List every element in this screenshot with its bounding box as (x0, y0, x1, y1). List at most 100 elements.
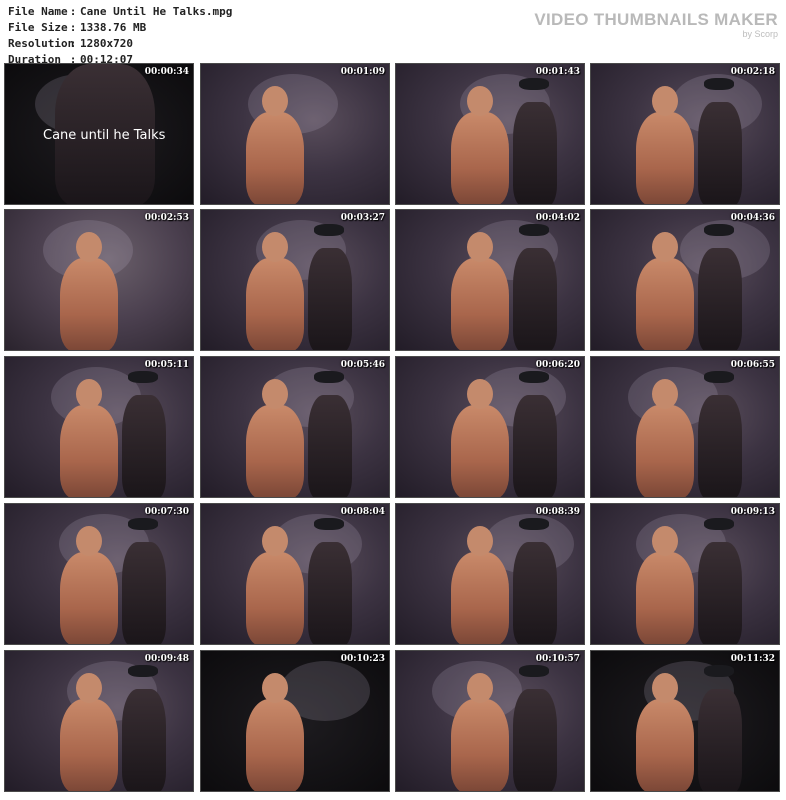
cap-icon (314, 518, 344, 530)
figure-head (652, 232, 678, 262)
figure-head (262, 673, 288, 703)
video-thumbnail: 00:03:27 (200, 209, 390, 351)
timestamp: 00:05:11 (144, 360, 189, 370)
figure-man (246, 112, 304, 204)
figure-man (60, 699, 118, 791)
figure-man (636, 552, 694, 644)
timestamp: 00:08:39 (535, 507, 580, 517)
timestamp: 00:04:36 (730, 213, 775, 223)
figure-head (262, 379, 288, 409)
figure-head (652, 86, 678, 116)
figure-head (262, 526, 288, 556)
cap-icon (314, 224, 344, 236)
figure-head (652, 526, 678, 556)
video-thumbnail: 00:08:39 (395, 503, 585, 645)
cap-icon (519, 224, 549, 236)
timestamp: 00:07:30 (144, 507, 189, 517)
video-thumbnail: 00:02:53 (4, 209, 194, 351)
cap-icon (519, 518, 549, 530)
figure-woman (698, 102, 742, 204)
brand-title: VIDEO THUMBNAILS MAKER (534, 10, 778, 29)
timestamp: 00:11:32 (730, 654, 775, 664)
figure-head (467, 379, 493, 409)
figure-man (636, 699, 694, 791)
timestamp: 00:09:13 (730, 507, 775, 517)
figure-woman (513, 248, 557, 350)
timestamp: 00:01:09 (340, 67, 385, 77)
figure-head (262, 232, 288, 262)
file-name-row: File Name : Cane Until He Talks.mpg (8, 4, 232, 20)
figure-woman (308, 542, 352, 644)
figure-head (76, 526, 102, 556)
file-name-label: File Name (8, 5, 68, 18)
figure-man (451, 552, 509, 644)
figure-man (636, 112, 694, 204)
resolution-value: 1280x720 (80, 37, 133, 50)
figure-man (60, 258, 118, 350)
timestamp: 00:00:34 (144, 67, 189, 77)
figure-head (76, 673, 102, 703)
figure-man (60, 552, 118, 644)
figure-man (60, 405, 118, 497)
figure-man (451, 112, 509, 204)
figure-man (246, 552, 304, 644)
video-thumbnail: 00:04:02 (395, 209, 585, 351)
video-thumbnail: 00:04:36 (590, 209, 780, 351)
figure-man (636, 258, 694, 350)
timestamp: 00:03:27 (340, 213, 385, 223)
figure-head (652, 673, 678, 703)
figure-head (262, 86, 288, 116)
file-name-value: Cane Until He Talks.mpg (80, 5, 233, 18)
timestamp: 00:01:43 (535, 67, 580, 77)
figure-head (467, 526, 493, 556)
cap-icon (128, 518, 158, 530)
thumbnail-caption: Cane until he Talks (43, 128, 166, 143)
video-thumbnail: 00:00:34 Cane until he Talks (4, 63, 194, 205)
video-thumbnail: 00:02:18 (590, 63, 780, 205)
cap-icon (519, 371, 549, 383)
figure-woman (308, 395, 352, 497)
figure-woman (122, 395, 166, 497)
timestamp: 00:08:04 (340, 507, 385, 517)
separator: : (69, 21, 77, 34)
cap-icon (519, 665, 549, 677)
figure-woman (122, 542, 166, 644)
figure-man (451, 699, 509, 791)
figure-man (246, 258, 304, 350)
figure-man (246, 405, 304, 497)
figure-head (467, 232, 493, 262)
timestamp: 00:05:46 (340, 360, 385, 370)
file-size-row: File Size : 1338.76 MB (8, 20, 232, 36)
figure-woman (698, 542, 742, 644)
cap-icon (128, 371, 158, 383)
figure-woman (698, 689, 742, 791)
figure-woman (122, 689, 166, 791)
video-thumbnail: 00:05:11 (4, 356, 194, 498)
figure-head (76, 232, 102, 262)
video-thumbnail: 00:01:43 (395, 63, 585, 205)
resolution-row: Resolution : 1280x720 (8, 36, 232, 52)
file-info: File Name : Cane Until He Talks.mpg File… (8, 4, 232, 68)
timestamp: 00:09:48 (144, 654, 189, 664)
figure-head (467, 86, 493, 116)
resolution-label: Resolution (8, 37, 75, 50)
video-thumbnail: 00:09:13 (590, 503, 780, 645)
video-thumbnail: 00:01:09 (200, 63, 390, 205)
figure-woman (698, 248, 742, 350)
timestamp: 00:10:57 (535, 654, 580, 664)
video-thumbnail: 00:06:55 (590, 356, 780, 498)
figure-head (76, 379, 102, 409)
timestamp: 00:04:02 (535, 213, 580, 223)
brand-watermark: VIDEO THUMBNAILS MAKER by Scorp (534, 10, 778, 39)
cap-icon (704, 78, 734, 90)
figure-head (652, 379, 678, 409)
separator: : (69, 37, 77, 50)
figure-man (451, 405, 509, 497)
cap-icon (314, 371, 344, 383)
cap-icon (128, 665, 158, 677)
timestamp: 00:10:23 (340, 654, 385, 664)
video-thumbnail: 00:09:48 (4, 650, 194, 792)
video-thumbnail: 00:10:23 (200, 650, 390, 792)
file-size-label: File Size (8, 21, 68, 34)
separator: : (69, 5, 77, 18)
